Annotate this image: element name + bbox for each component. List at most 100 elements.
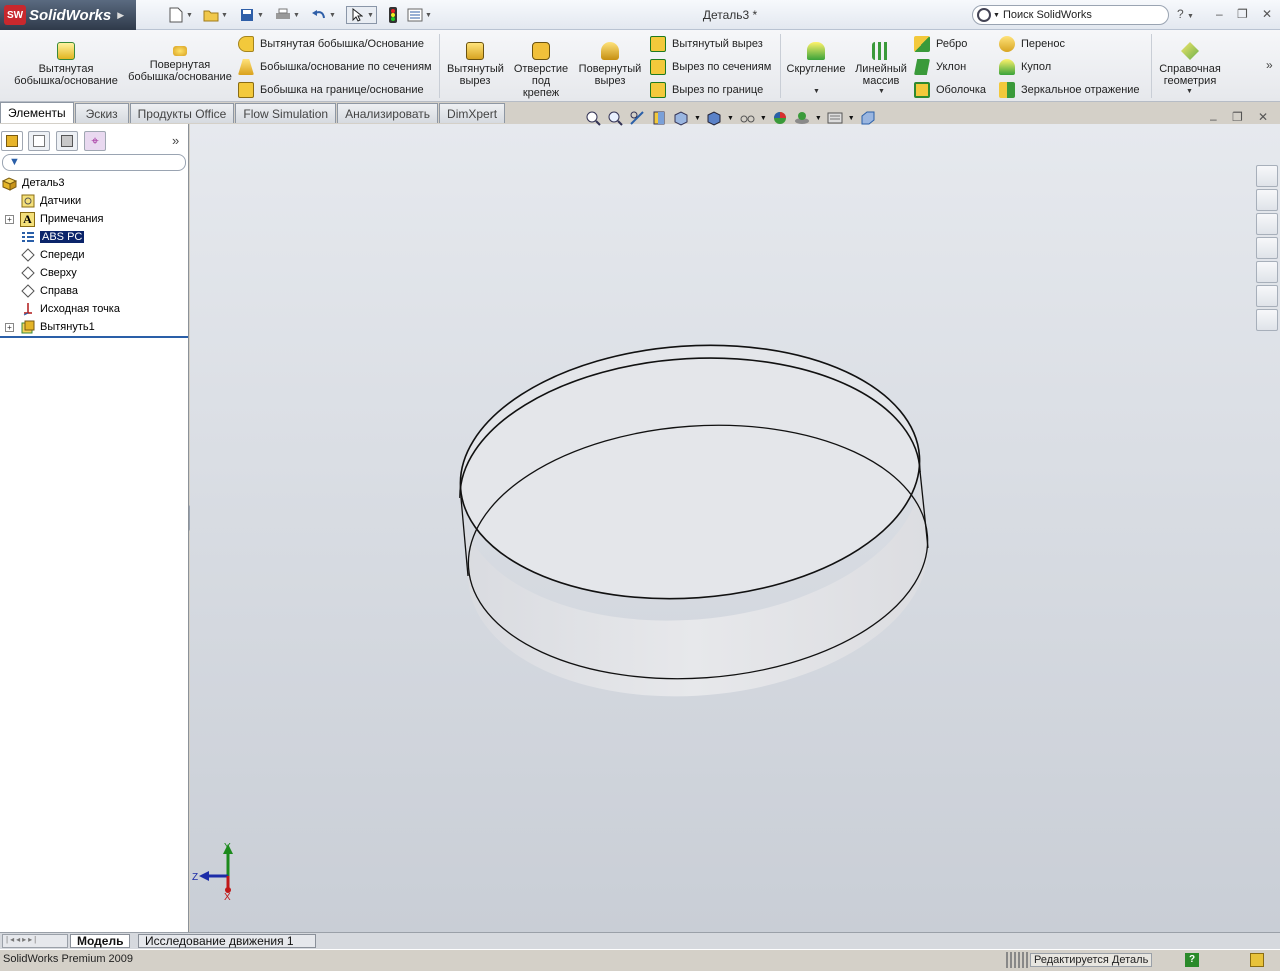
expand-extrude-icon[interactable]: + (5, 323, 14, 332)
close-button[interactable]: ✕ (1262, 7, 1272, 21)
hole-wizard-button[interactable]: Отверстие под крепеж (510, 42, 572, 99)
wrap-button[interactable]: Перенос (999, 36, 1065, 52)
tab-evaluate[interactable]: Анализировать (337, 103, 439, 123)
chevron-down-icon[interactable]: ▼ (848, 115, 855, 122)
expand-annotations-icon[interactable]: + (5, 215, 14, 224)
solidworks-menu-button[interactable]: SW SolidWorks ▶ (0, 0, 136, 30)
more-commands-icon[interactable]: » (1266, 58, 1273, 72)
tab-motion-study[interactable]: Исследование движения 1 (138, 934, 316, 948)
task-pane-search-icon[interactable] (1256, 237, 1278, 259)
property-manager-tab[interactable] (28, 131, 50, 151)
draft-button[interactable]: Уклон (914, 59, 966, 75)
revolve-boss-button[interactable]: Повернутая бобышка/основание (124, 42, 236, 83)
tab-office-products[interactable]: Продукты Office (129, 103, 235, 123)
undo-button[interactable]: ▼ (311, 6, 336, 24)
tags-icon[interactable] (1250, 953, 1264, 967)
view-orientation-icon[interactable] (672, 109, 690, 127)
linear-pattern-button[interactable]: Линейный массив (852, 42, 910, 87)
task-pane-custom-properties-icon[interactable] (1256, 309, 1278, 331)
loft-boss-button[interactable]: Бобышка/основание по сечениям (238, 59, 432, 75)
task-pane-view-palette-icon[interactable] (1256, 261, 1278, 283)
viewport-minimize-icon[interactable]: – (1210, 112, 1217, 126)
tab-scroll-arrows-icon[interactable]: |◂◂▸▸| (2, 934, 68, 948)
task-pane-appearances-icon[interactable] (1256, 285, 1278, 307)
graphics-area[interactable]: Y Z X (190, 124, 1280, 932)
tree-root-part[interactable]: Деталь3 (2, 174, 65, 192)
options-button[interactable]: ▼ (407, 6, 432, 24)
feature-tree-icon (6, 135, 18, 147)
extrude-cut-button[interactable]: Вытянутый вырез (444, 42, 506, 87)
reference-geometry-button[interactable]: Справочная геометрия (1156, 42, 1224, 87)
tab-flow-simulation[interactable]: Flow Simulation (235, 103, 337, 123)
tree-item-extrude1[interactable]: Вытянуть1 (20, 318, 95, 336)
previous-view-icon[interactable] (628, 109, 646, 127)
tree-item-origin[interactable]: Исходная точка (20, 300, 120, 318)
zoom-to-fit-icon[interactable] (584, 109, 602, 127)
chevron-down-icon[interactable]: ▼ (760, 115, 767, 122)
configuration-manager-tab[interactable] (56, 131, 78, 151)
section-view-icon[interactable] (650, 109, 668, 127)
apply-scene-icon[interactable] (793, 109, 811, 127)
dimxpert-manager-tab[interactable]: ⌖ (84, 131, 106, 151)
shell-button[interactable]: Оболочка (914, 82, 986, 98)
rebuild-button[interactable] (385, 6, 401, 24)
print-button[interactable]: ▼ (275, 6, 300, 24)
boundary-boss-button[interactable]: Бобышка на границе/основание (238, 82, 424, 98)
tree-item-right-plane[interactable]: Справа (20, 282, 78, 300)
task-pane-design-library-icon[interactable] (1256, 189, 1278, 211)
rollback-bar[interactable] (0, 336, 188, 338)
restore-button[interactable]: ❐ (1237, 7, 1248, 21)
new-document-button[interactable]: ▼ (168, 6, 193, 24)
tree-item-material[interactable]: ABS PC (20, 228, 85, 246)
tab-model[interactable]: Модель (70, 934, 131, 948)
fillet-button[interactable]: Скругление (784, 42, 848, 75)
ref-geometry-dropdown-icon[interactable]: ▼ (1186, 88, 1193, 95)
chevron-down-icon[interactable]: ▼ (815, 115, 822, 122)
task-pane-file-explorer-icon[interactable] (1256, 213, 1278, 235)
rib-button[interactable]: Ребро (914, 36, 967, 52)
feature-tree-tab[interactable] (1, 131, 23, 151)
extrude-cut-small-button[interactable]: Вытянутый вырез (650, 36, 763, 52)
loft-cut-button[interactable]: Вырез по сечениям (650, 59, 771, 75)
loft-cut-icon (650, 59, 666, 75)
tree-item-front-plane[interactable]: Спереди (20, 246, 85, 264)
3d-view-icon[interactable] (859, 109, 877, 127)
tab-sketch[interactable]: Эскиз (74, 103, 129, 123)
open-button[interactable]: ▼ (203, 6, 228, 24)
edit-appearance-icon[interactable] (771, 109, 789, 127)
part-model[interactable]: Y Z X (190, 124, 1280, 932)
revolve-boss-icon (173, 46, 187, 56)
select-button[interactable]: ▼ (346, 6, 377, 24)
tree-filter-input[interactable]: ▼ (2, 154, 186, 171)
tab-features[interactable]: Элементы (0, 102, 74, 123)
mirror-button[interactable]: Зеркальное отражение (999, 82, 1140, 98)
dome-button[interactable]: Купол (999, 59, 1051, 75)
help-button[interactable]: ? ▼ (1177, 7, 1194, 21)
save-button[interactable]: ▼ (239, 6, 264, 24)
minimize-button[interactable]: – (1216, 7, 1223, 21)
boundary-cut-button[interactable]: Вырез по границе (650, 82, 763, 98)
revolve-cut-button[interactable]: Повернутый вырез (576, 42, 644, 87)
fillet-dropdown-icon[interactable]: ▼ (813, 88, 820, 95)
tree-item-top-plane[interactable]: Сверху (20, 264, 77, 282)
view-settings-icon[interactable] (826, 109, 844, 127)
app-brand: SolidWorks (29, 6, 112, 24)
help-status-icon[interactable]: ? (1185, 953, 1199, 967)
expand-panel-icon[interactable]: » (172, 133, 179, 148)
viewport-close-icon[interactable]: ✕ (1258, 110, 1268, 124)
tree-item-sensors[interactable]: Датчики (20, 192, 81, 210)
display-style-icon[interactable] (705, 109, 723, 127)
chevron-down-icon[interactable]: ▼ (727, 115, 734, 122)
search-field[interactable]: ▼ Поиск SolidWorks (972, 5, 1169, 25)
extrude-boss-small-button[interactable]: Вытянутая бобышка/Основание (238, 36, 424, 52)
hide-show-items-icon[interactable] (738, 109, 756, 127)
extrude-boss-button[interactable]: Вытянутая бобышка/основание (10, 42, 122, 87)
pattern-dropdown-icon[interactable]: ▼ (878, 88, 885, 95)
tree-item-annotations[interactable]: A Примечания (20, 210, 104, 228)
tab-dimxpert[interactable]: DimXpert (439, 103, 506, 123)
separator (439, 34, 440, 98)
chevron-down-icon[interactable]: ▼ (694, 115, 701, 122)
viewport-restore-icon[interactable]: ❐ (1232, 110, 1243, 124)
zoom-to-area-icon[interactable] (606, 109, 624, 127)
task-pane-home-icon[interactable] (1256, 165, 1278, 187)
